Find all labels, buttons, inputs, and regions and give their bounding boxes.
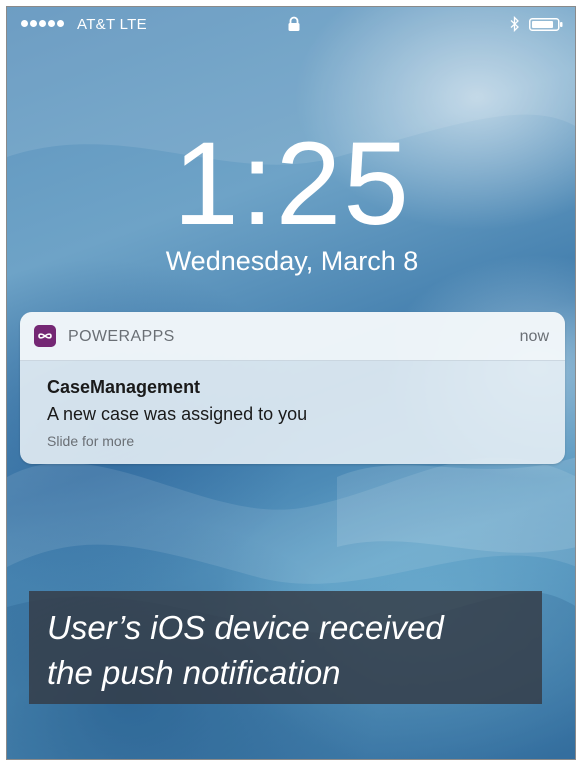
caption-line-1: User’s iOS device received [47,609,444,646]
caption-line-2: the push notification [47,654,341,691]
notification-title: CaseManagement [47,377,201,397]
bluetooth-icon [510,16,519,32]
caption-text: User’s iOS device received the push noti… [47,605,537,695]
powerapps-icon [34,325,56,347]
notification-header: POWERAPPS now [20,312,565,361]
lock-icon [288,16,300,31]
notification-time: now [519,328,549,345]
lock-screen-time: 1:25 [173,118,411,250]
status-bar: AT&T LTE [7,7,575,41]
signal-dots-icon [21,20,64,27]
carrier-label: AT&T LTE [77,16,147,33]
notification-app-name: POWERAPPS [68,328,175,345]
lock-screen-date: Wednesday, March 8 [165,246,419,276]
caption-overlay: User’s iOS device received the push noti… [29,591,542,704]
push-notification[interactable]: POWERAPPS now CaseManagement A new case … [20,312,565,464]
battery-icon [529,18,563,31]
notification-slide-hint: Slide for more [47,433,135,449]
notification-body: A new case was assigned to you [47,404,308,424]
lock-screen: AT&T LTE 1:25 Wednesday, March 8 POWERAP… [6,6,576,760]
